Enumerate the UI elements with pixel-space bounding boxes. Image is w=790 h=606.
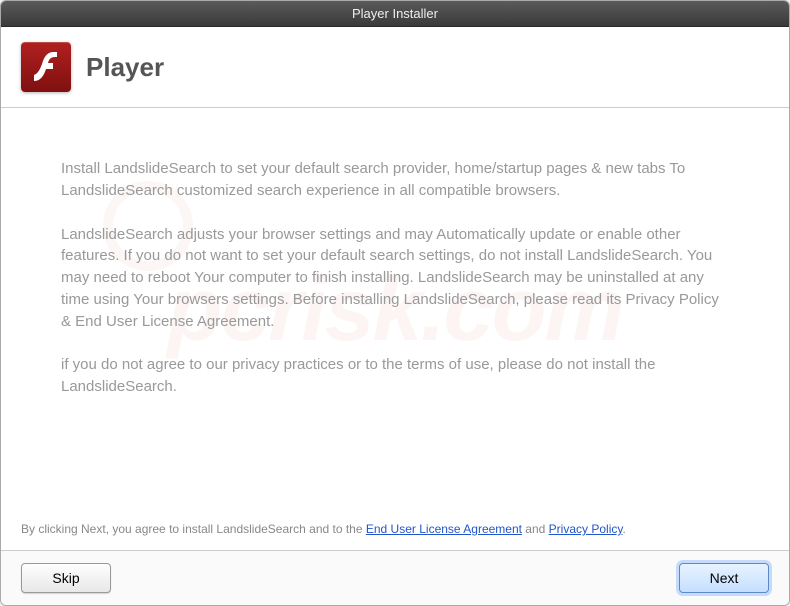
flash-player-icon bbox=[21, 42, 71, 92]
footer-suffix: . bbox=[622, 522, 625, 536]
footer-prefix: By clicking Next, you agree to install L… bbox=[21, 522, 366, 536]
content-paragraph-1: Install LandslideSearch to set your defa… bbox=[61, 158, 729, 202]
window-title: Player Installer bbox=[352, 6, 438, 21]
privacy-policy-link[interactable]: Privacy Policy bbox=[549, 522, 623, 536]
eula-link[interactable]: End User License Agreement bbox=[366, 522, 522, 536]
content-paragraph-3: if you do not agree to our privacy pract… bbox=[61, 354, 729, 398]
header-title: Player bbox=[86, 52, 164, 83]
content-paragraph-2: LandslideSearch adjusts your browser set… bbox=[61, 224, 729, 333]
installer-window: Player Installer Player pcrisk.com Insta… bbox=[0, 0, 790, 606]
content-area: pcrisk.com Install LandslideSearch to se… bbox=[1, 108, 789, 512]
header-bar: Player bbox=[1, 27, 789, 108]
footer-note: By clicking Next, you agree to install L… bbox=[1, 512, 789, 551]
next-button[interactable]: Next bbox=[679, 563, 769, 593]
footer-and: and bbox=[522, 522, 549, 536]
skip-button[interactable]: Skip bbox=[21, 563, 111, 593]
button-bar: Skip Next bbox=[1, 551, 789, 605]
window-titlebar: Player Installer bbox=[1, 1, 789, 27]
